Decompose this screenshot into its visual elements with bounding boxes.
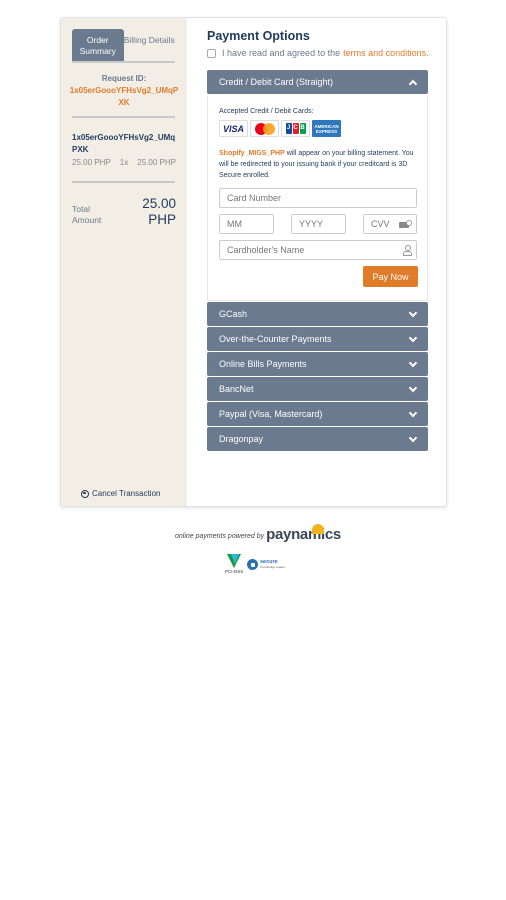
method-over-the-counter[interactable]: Over-the-Counter Payments: [207, 327, 428, 351]
item-quantity: 1x: [119, 158, 129, 167]
chevron-down-icon: [408, 310, 416, 318]
gear-logo-icon: [312, 524, 324, 534]
secure-badge: secure Knowledge Leader: [247, 558, 286, 570]
chevron-down-icon: [408, 410, 416, 418]
credit-card-form: Accepted Credit / Debit Cards: VISA JCB …: [207, 95, 428, 301]
chevron-down-icon: [408, 335, 416, 343]
jcb-logo-icon: JCB: [281, 120, 310, 137]
amex-logo-icon: AMERICAN EXPRESS: [312, 120, 341, 137]
payment-card: Order Summary Billing Details Request ID…: [60, 17, 447, 507]
chevron-down-icon: [408, 435, 416, 443]
expiry-month-input[interactable]: MM: [219, 214, 274, 234]
item-line-total: 25.00 PHP: [137, 158, 176, 167]
method-bancnet[interactable]: BancNet: [207, 377, 428, 401]
visa-logo-icon: VISA: [219, 120, 248, 137]
item-name: 1x05erGoooYFHsVg2_UMqPXK: [72, 133, 176, 154]
page-title: Payment Options: [207, 29, 310, 43]
paynamics-logo: paynamics: [266, 526, 341, 543]
method-label: GCash: [219, 309, 248, 319]
lock-icon: [247, 558, 258, 570]
cvv-card-icon: [399, 219, 412, 229]
order-sidebar: Order Summary Billing Details Request ID…: [61, 18, 187, 506]
terms-agreement: I have read and agreed to the terms and …: [207, 48, 429, 58]
month-placeholder: MM: [227, 219, 242, 229]
method-label: Dragonpay: [219, 434, 264, 444]
security-badges: PCI-DSS secure Knowledge Leader: [225, 554, 286, 574]
mastercard-logo-icon: [250, 120, 279, 137]
card-number-input[interactable]: Card Number: [219, 188, 417, 208]
method-dragonpay[interactable]: Dragonpay: [207, 427, 428, 451]
brand-name: paynamics: [266, 526, 341, 543]
tab-billing-details[interactable]: Billing Details: [124, 29, 176, 61]
request-id-block: Request ID: 1x05erGoooYFHsVg2_UMqPXK: [69, 73, 179, 109]
chevron-down-icon: [408, 360, 416, 368]
total-label: Total Amount: [72, 204, 102, 225]
year-placeholder: YYYY: [299, 219, 324, 229]
method-label: BancNet: [219, 384, 254, 394]
powered-text: online payments powered by: [175, 533, 265, 540]
cardholder-placeholder: Cardholder's Name: [227, 245, 305, 255]
method-paypal[interactable]: Paypal (Visa, Mastercard): [207, 402, 428, 426]
expiry-year-input[interactable]: YYYY: [291, 214, 346, 234]
cancel-circle-icon: [81, 489, 89, 498]
cancel-label: Cancel Transaction: [92, 489, 161, 498]
divider: [72, 181, 175, 183]
powered-by: online payments powered by paynamics: [175, 524, 341, 543]
item-unit-price: 25.00 PHP: [72, 158, 111, 167]
method-gcash[interactable]: GCash: [207, 302, 428, 326]
terms-text: I have read and agreed to the: [222, 48, 341, 58]
user-icon: [403, 245, 412, 256]
pci-dss-badge-icon: PCI-DSS: [225, 554, 244, 574]
chevron-up-icon: [408, 78, 416, 86]
payment-main: Payment Options I have read and agreed t…: [187, 18, 446, 506]
method-online-bills[interactable]: Online Bills Payments: [207, 352, 428, 376]
method-label: Paypal (Visa, Mastercard): [219, 409, 323, 419]
divider: [72, 116, 175, 118]
card-number-placeholder: Card Number: [227, 193, 282, 203]
total-amount: 25.00 PHP: [142, 196, 176, 227]
order-item: 1x05erGoooYFHsVg2_UMqPXK 25.00 PHP 1x 25…: [72, 132, 176, 169]
request-id-label: Request ID:: [101, 74, 147, 83]
pay-now-button[interactable]: Pay Now: [363, 266, 418, 287]
sidebar-tabs: Order Summary Billing Details: [72, 29, 175, 63]
cvv-input[interactable]: CVV: [363, 214, 417, 234]
accepted-cards-label: Accepted Credit / Debit Cards:: [219, 108, 314, 115]
cardholder-name-input[interactable]: Cardholder's Name: [219, 240, 417, 260]
terms-link[interactable]: terms and conditions.: [343, 48, 429, 58]
total-block: Total Amount 25.00 PHP: [72, 196, 176, 228]
chevron-down-icon: [408, 385, 416, 393]
pci-label: PCI-DSS: [225, 569, 244, 574]
billing-statement-note: Shopify_MIGS_PHP will appear on your bil…: [219, 148, 424, 181]
merchant-name: Shopify_MIGS_PHP: [219, 150, 285, 157]
cvv-placeholder: CVV: [371, 219, 390, 229]
method-label: Over-the-Counter Payments: [219, 334, 332, 344]
payment-methods-accordion: Credit / Debit Card (Straight) Accepted …: [207, 70, 428, 452]
method-credit-debit-card[interactable]: Credit / Debit Card (Straight): [207, 70, 428, 94]
method-label: Online Bills Payments: [219, 359, 307, 369]
cancel-transaction-link[interactable]: Cancel Transaction: [81, 489, 160, 498]
card-brand-logos: VISA JCB AMERICAN EXPRESS: [219, 120, 341, 137]
secure-label: secure: [260, 558, 278, 565]
method-label: Credit / Debit Card (Straight): [219, 77, 334, 87]
tab-order-summary[interactable]: Order Summary: [72, 29, 124, 61]
request-id-value: 1x05erGoooYFHsVg2_UMqPXK: [69, 86, 179, 107]
secure-sub: Knowledge Leader: [260, 564, 286, 569]
terms-checkbox[interactable]: [207, 48, 216, 58]
